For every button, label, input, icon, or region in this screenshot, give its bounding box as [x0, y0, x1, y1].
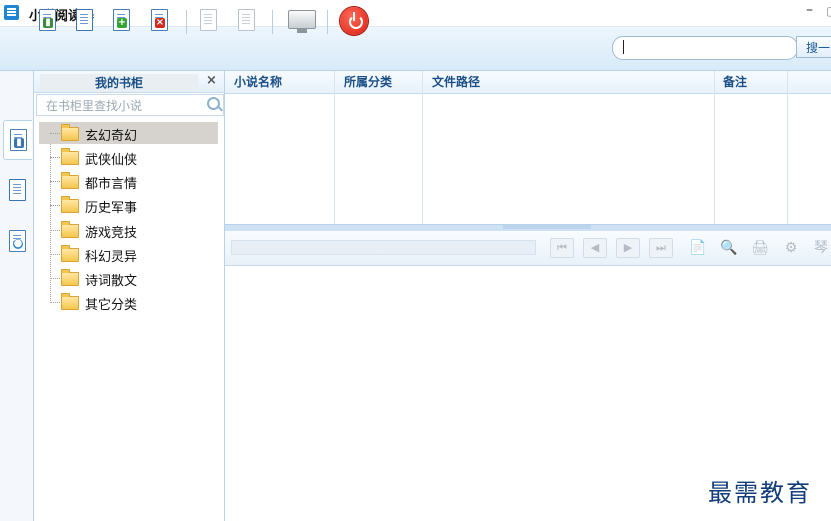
text-caret: [623, 40, 624, 54]
minimize-button[interactable]: –: [806, 2, 813, 18]
edit-document-icon: [200, 9, 217, 31]
folder-icon: [61, 172, 79, 189]
rail-tab-bookshelf[interactable]: ▮: [3, 120, 32, 160]
fullscreen-monitor-icon[interactable]: [288, 10, 316, 33]
category-item[interactable]: 科幻灵异: [39, 243, 218, 265]
first-page-button[interactable]: ⏮: [550, 238, 574, 258]
settings-gear-icon[interactable]: ⚙: [782, 239, 800, 257]
folder-icon: [61, 124, 79, 141]
bookshelf-title: 我的书柜: [40, 74, 198, 91]
close-panel-button[interactable]: ×: [206, 73, 217, 88]
splitter-grip[interactable]: [503, 225, 591, 229]
column-divider: [422, 71, 423, 224]
book-icon: [76, 9, 93, 31]
category-item[interactable]: 玄幻奇幻: [39, 122, 218, 144]
more-icon[interactable]: 琴: [812, 239, 830, 257]
next-page-button[interactable]: ▶: [616, 238, 640, 258]
category-item[interactable]: 都市言情: [39, 170, 218, 192]
bookshelf-icon: ▮: [10, 129, 27, 151]
folder-icon: [61, 196, 79, 213]
search-input[interactable]: [612, 36, 798, 60]
copy-book-button[interactable]: [232, 6, 262, 36]
last-page-button[interactable]: ⏭: [649, 238, 673, 258]
category-item[interactable]: 游戏竞技: [39, 219, 218, 241]
reading-icon: [9, 179, 26, 201]
add-book-button[interactable]: +: [107, 6, 137, 36]
power-exit-button[interactable]: [340, 7, 368, 35]
copy-document-icon: [238, 9, 255, 31]
watermark-text: 最需教育: [708, 479, 812, 507]
delete-book-button[interactable]: ×: [145, 6, 175, 36]
category-item[interactable]: 历史军事: [39, 194, 218, 216]
column-header-category[interactable]: 所属分类: [344, 73, 392, 90]
toolbar-separator: [186, 10, 187, 34]
online-library-icon: ●: [9, 230, 26, 252]
reading-progress-bar[interactable]: [231, 240, 536, 255]
column-divider: [787, 71, 788, 224]
print-icon[interactable]: 🖨: [751, 239, 769, 257]
page-icon[interactable]: 📄: [689, 239, 707, 257]
toolbar-separator: [272, 10, 273, 34]
app-icon: [4, 5, 19, 20]
folder-icon: [61, 245, 79, 262]
column-header-title[interactable]: 小说名称: [234, 73, 282, 90]
edit-book-button[interactable]: [194, 6, 224, 36]
book-button[interactable]: [70, 6, 100, 36]
maximize-button[interactable]: ▢: [826, 4, 831, 18]
add-document-icon: +: [113, 9, 130, 31]
search-button[interactable]: 搜一: [796, 36, 831, 58]
folder-icon: [61, 293, 79, 310]
column-header-note[interactable]: 备注: [723, 73, 747, 90]
delete-document-icon: ×: [151, 9, 168, 31]
folder-icon: [61, 221, 79, 238]
column-divider: [714, 71, 715, 224]
rail-tab-reading[interactable]: [3, 171, 31, 209]
column-header-path[interactable]: 文件路径: [432, 73, 480, 90]
category-item[interactable]: 其它分类: [39, 291, 218, 313]
category-item[interactable]: 武侠仙侠: [39, 146, 218, 168]
find-icon[interactable]: 🔍: [720, 239, 738, 257]
shelf-search-placeholder: 在书柜里查找小说: [46, 99, 143, 113]
search-icon[interactable]: [207, 97, 220, 110]
rail-tab-online[interactable]: ●: [3, 222, 31, 260]
document-icon: ▮: [39, 9, 56, 31]
category-item[interactable]: 诗词散文: [39, 267, 218, 289]
column-divider: [334, 71, 335, 224]
folder-icon: [61, 269, 79, 286]
folder-icon: [61, 148, 79, 165]
previous-page-button[interactable]: ◀: [583, 238, 607, 258]
toolbar-separator: [327, 10, 328, 34]
open-book-button[interactable]: ▮: [33, 6, 63, 36]
